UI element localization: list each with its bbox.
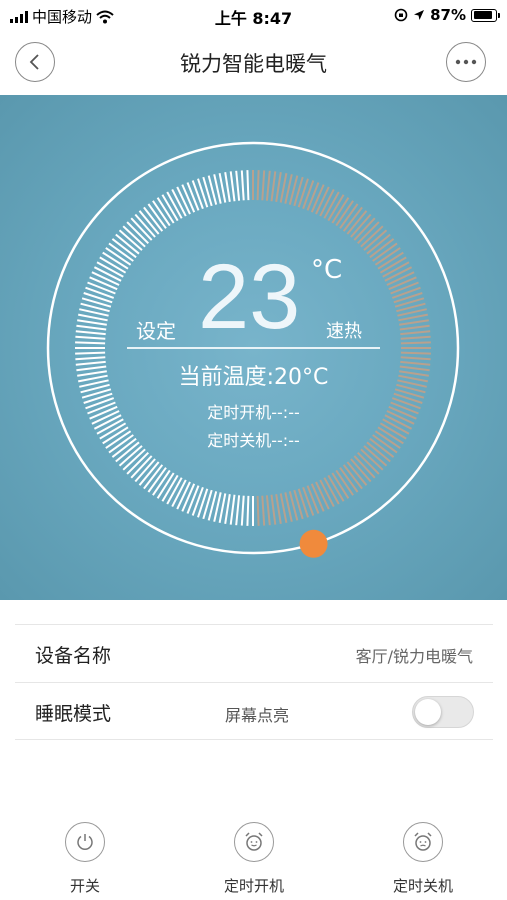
current-temperature: 当前温度:20°C — [178, 365, 329, 390]
dial-tick — [246, 495, 250, 526]
device-name-label: 设备名称 — [35, 645, 112, 667]
dial-tick — [77, 319, 107, 326]
alarm-clock-icon — [414, 832, 432, 851]
dial-tick-active — [270, 171, 277, 202]
timer-off-label: 定时关机 — [392, 877, 453, 895]
timer-off-button[interactable]: 定时关机 — [363, 822, 483, 896]
nav-bar: 锐力智能电暖气 — [0, 30, 507, 94]
dial-tick-active — [275, 494, 282, 524]
set-temperature-value: 23 — [198, 246, 301, 348]
dial-tick-active — [400, 335, 431, 340]
dial-divider — [127, 347, 380, 349]
dial-tick — [246, 170, 250, 201]
dial-tick — [76, 324, 107, 331]
power-label: 开关 — [69, 877, 100, 895]
dial-tick — [191, 180, 204, 210]
bottom-actions: 开关 定时开机 定时关机 — [0, 822, 507, 900]
lock-rotation-icon — [394, 8, 408, 22]
dial-tick-active — [261, 170, 266, 201]
toggle-knob — [415, 699, 441, 725]
dial-tick — [75, 341, 106, 345]
set-label: 设定 — [136, 319, 176, 343]
power-button-circle — [65, 822, 105, 862]
sleep-mode-toggle[interactable] — [412, 696, 474, 728]
dial-tick — [186, 485, 200, 514]
dial-tick-active — [261, 495, 266, 526]
battery-icon — [471, 8, 500, 22]
timer-on-button[interactable]: 定时开机 — [194, 822, 314, 896]
more-button[interactable] — [446, 42, 486, 82]
device-name-row[interactable]: 设备名称 客厅/锐力电暖气 — [15, 624, 493, 682]
dial-tick-active — [302, 486, 315, 516]
temperature-unit: °C — [311, 255, 343, 285]
more-dots-icon — [455, 59, 477, 65]
dial-tick — [235, 170, 241, 201]
dial-tick-active — [399, 319, 429, 326]
dial-tick — [75, 351, 106, 355]
dial-tick — [75, 335, 106, 340]
battery-percent: 87% — [430, 6, 466, 24]
dial-tick-active — [270, 494, 277, 525]
dial-tick — [186, 182, 200, 211]
dial-tick — [224, 172, 231, 202]
dial-tick-active — [400, 341, 431, 345]
dial-tick — [75, 330, 106, 336]
dial-tick — [229, 171, 236, 202]
status-bar: 中国移动 上午 8:47 87% — [0, 0, 507, 30]
dial-tick — [240, 170, 245, 201]
dial-tick-active — [391, 286, 421, 299]
settings-list: 设备名称 客厅/锐力电暖气 睡眠模式 屏幕点亮 — [15, 624, 493, 740]
timer-off-button-circle — [403, 822, 443, 862]
thermostat-dial-panel: 设定 23 °C 速热 当前温度:20°C 定时开机--:-- 定时关机--:-… — [0, 95, 507, 600]
dial-tick — [229, 494, 236, 525]
dial-tick-active — [265, 170, 271, 201]
dial-tick — [240, 495, 245, 526]
sleep-mode-row: 睡眠模式 屏幕点亮 — [15, 682, 493, 740]
timer-on-button-circle — [234, 822, 274, 862]
power-icon — [77, 834, 93, 850]
dial-tick — [224, 494, 231, 524]
device-name-value: 客厅/锐力电暖气 — [355, 647, 473, 666]
alarm-clock-icon — [245, 832, 263, 851]
timer-on-status: 定时开机--:-- — [207, 403, 300, 422]
dial-tick-active — [275, 172, 282, 202]
dial-tick-active — [265, 495, 271, 526]
dial-tick-active — [306, 485, 320, 514]
dial-tick-active — [256, 495, 260, 526]
dial-tick-active — [390, 281, 419, 295]
sleep-mode-label: 睡眠模式 — [35, 703, 112, 725]
power-button[interactable]: 开关 — [25, 822, 145, 896]
dial-tick-active — [256, 170, 260, 201]
dial-tick — [85, 286, 115, 299]
dial-tick-active — [400, 330, 431, 336]
dial-tick-active — [306, 182, 320, 211]
dial-tick-active — [400, 351, 431, 355]
dial-knob[interactable] — [299, 529, 328, 558]
timer-on-label: 定时开机 — [223, 877, 284, 895]
dial-tick-active — [399, 324, 430, 331]
mode-label[interactable]: 速热 — [326, 317, 362, 343]
screen-on-label: 屏幕点亮 — [225, 706, 290, 725]
dial-tick — [87, 281, 116, 295]
status-right: 87% — [394, 6, 500, 24]
location-arrow-icon — [414, 10, 425, 20]
timer-off-status: 定时关机--:-- — [207, 431, 300, 450]
page-title: 锐力智能电暖气 — [180, 52, 327, 76]
dial-tick-active — [302, 180, 315, 210]
dial-tick — [191, 486, 204, 516]
dial-tick — [235, 495, 241, 526]
